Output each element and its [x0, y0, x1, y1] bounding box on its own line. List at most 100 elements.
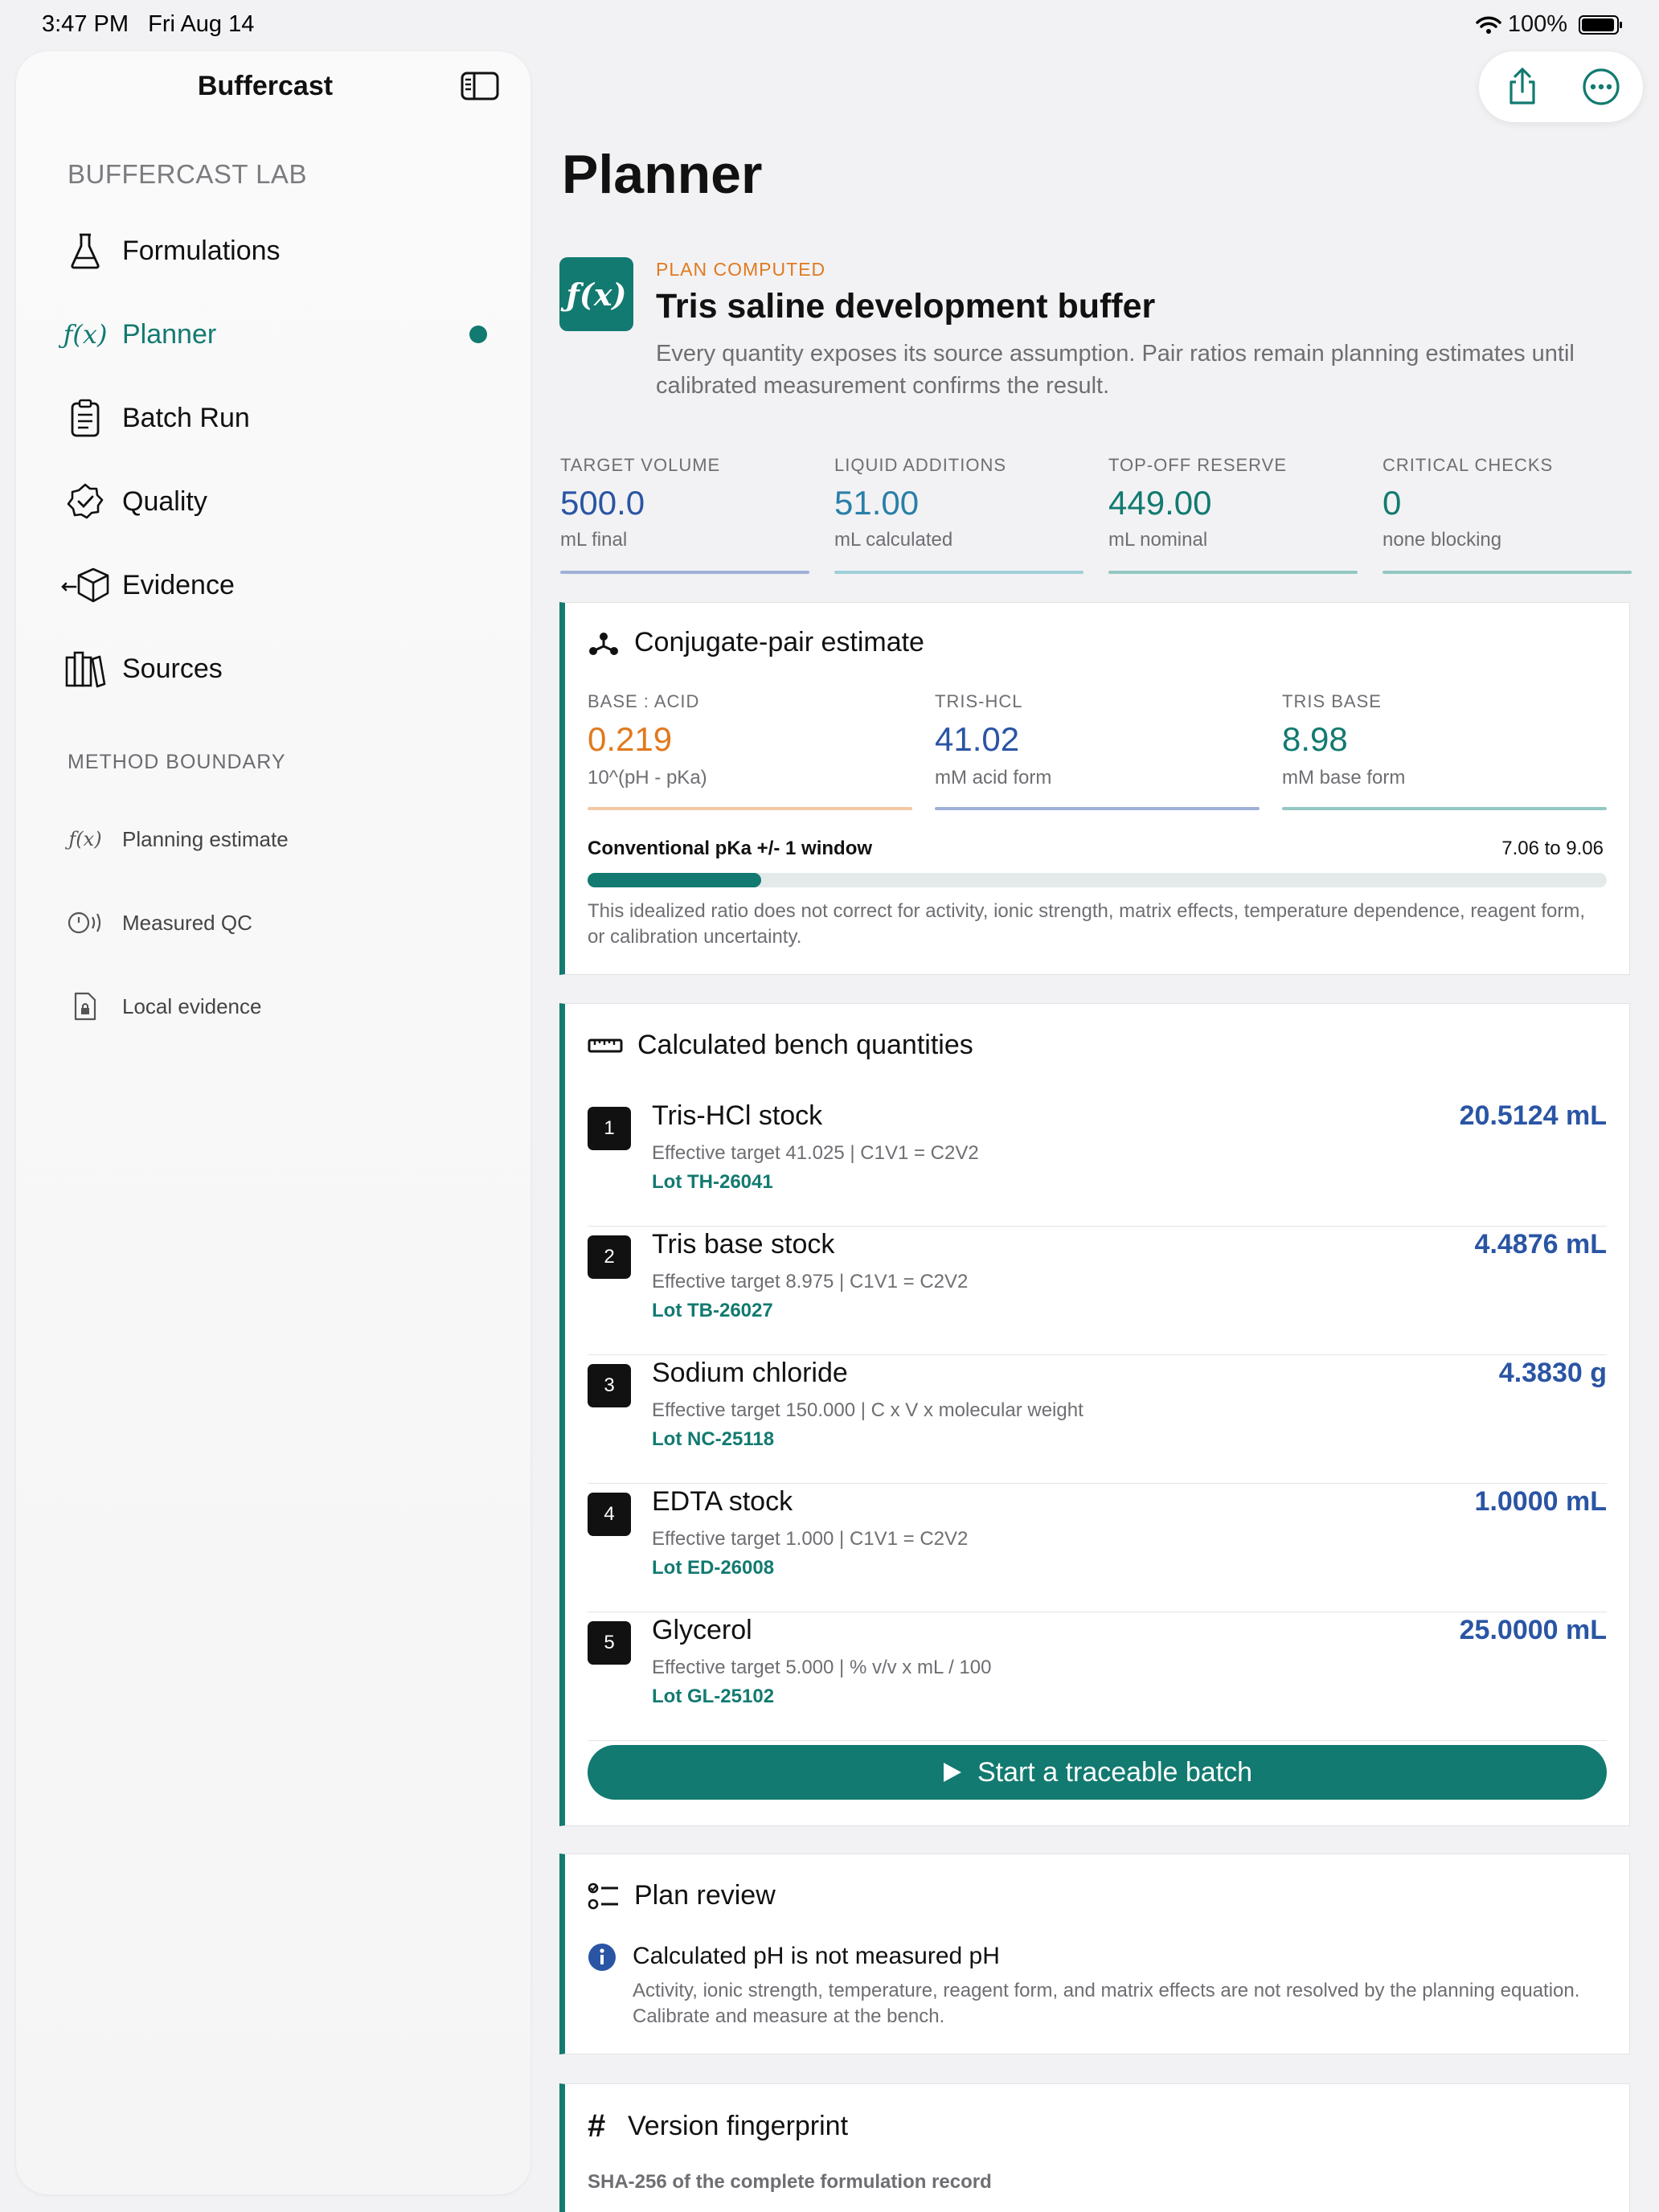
sidebar-item-label: Sources [122, 653, 223, 684]
step-amount: 20.5124 mL [1459, 1100, 1607, 1131]
step-amount: 25.0000 mL [1459, 1615, 1607, 1645]
bench-step: 4 EDTA stock Effective target 1.000 | C1… [588, 1483, 1607, 1612]
step-number: 3 [588, 1364, 631, 1407]
pair-value: 8.98 [1282, 720, 1348, 758]
sidebar-item-label: Local evidence [122, 993, 262, 1018]
share-icon[interactable] [1501, 66, 1543, 108]
sidebar-item-label: Planning estimate [122, 826, 289, 851]
pair-value: 0.219 [588, 720, 673, 758]
toolbar-buttons [1479, 51, 1643, 122]
step-amount: 4.3830 g [1498, 1358, 1607, 1388]
sidebar-item-label: Quality [122, 485, 207, 517]
pka-window-range: 7.06 to 9.06 [1501, 838, 1604, 859]
pair-unit: mM acid form [935, 767, 1052, 789]
review-item-text: Activity, ionic strength, temperature, r… [633, 1980, 1580, 2027]
metric-label: CRITICAL CHECKS [1382, 455, 1554, 475]
card-title: Version fingerprint [628, 2111, 849, 2141]
pair-tris-hcl: TRIS-HCL 41.02 mM acid form [935, 691, 1260, 810]
clipboard-icon [61, 399, 109, 437]
page-title: Planner [562, 144, 763, 205]
metric-unit: mL nominal [1108, 529, 1208, 551]
pair-unit: mM base form [1282, 767, 1406, 789]
metric-label: TARGET VOLUME [560, 455, 721, 475]
sidebar-item-batch-run[interactable]: Batch Run [61, 390, 487, 446]
function-icon: ƒ(x) [68, 828, 102, 850]
step-detail: Effective target 8.975 | C1V1 = C2V2 [652, 1271, 969, 1292]
metric-target-volume: TARGET VOLUME 500.0 mL final [560, 455, 809, 574]
status-bar: 3:47 PM Fri Aug 14 100% [0, 0, 1659, 51]
battery-percent: 100% [1507, 11, 1567, 37]
review-item-title: Calculated pH is not measured pH [633, 1943, 1000, 1969]
sidebar-item-evidence[interactable]: Evidence [61, 557, 487, 613]
step-amount: 4.4876 mL [1474, 1229, 1607, 1260]
step-lot: Lot GL-25102 [652, 1686, 775, 1707]
play-icon [943, 1763, 961, 1782]
metric-bar [560, 571, 809, 574]
metric-unit: mL calculated [834, 529, 953, 551]
sidebar-toggle-icon[interactable] [461, 72, 499, 100]
plan-description: Every quantity exposes its source assump… [656, 341, 1575, 399]
card-header: Calculated bench quantities [588, 1030, 973, 1061]
pair-bar [588, 807, 912, 810]
function-icon: ƒ(x) [559, 257, 633, 331]
card-title: Conjugate-pair estimate [634, 627, 924, 657]
plan-review-card: Plan review Calculated pH is not measure… [559, 1854, 1630, 2054]
battery-icon [1579, 14, 1622, 35]
step-name: Tris base stock [652, 1229, 835, 1260]
step-number: 1 [588, 1107, 631, 1150]
card-title: Calculated bench quantities [637, 1030, 973, 1060]
sidebar-item-formulations[interactable]: Formulations [61, 223, 487, 279]
active-indicator-dot [469, 326, 487, 343]
card-header: Conjugate-pair estimate [588, 627, 924, 658]
step-detail: Effective target 150.000 | C x V x molec… [652, 1399, 1083, 1421]
plan-title: Tris saline development buffer [656, 287, 1156, 326]
bench-step: 5 Glycerol Effective target 5.000 | % v/… [588, 1612, 1607, 1741]
sidebar-item-planner[interactable]: ƒ(x) Planner [61, 306, 487, 363]
pair-label: TRIS-HCL [935, 691, 1023, 711]
card-header: Plan review [588, 1880, 776, 1911]
bench-step: 2 Tris base stock Effective target 8.975… [588, 1226, 1607, 1355]
pair-base-acid: BASE : ACID 0.219 10^(pH - pKa) [588, 691, 912, 810]
step-detail: Effective target 5.000 | % v/v x mL / 10… [652, 1657, 992, 1678]
card-header: # Version fingerprint [588, 2108, 848, 2144]
pka-window-label: Conventional pKa +/- 1 window [588, 838, 873, 859]
step-detail: Effective target 41.025 | C1V1 = C2V2 [652, 1142, 979, 1164]
step-lot: Lot TB-26027 [652, 1300, 773, 1321]
pair-tris-base: TRIS BASE 8.98 mM base form [1282, 691, 1607, 810]
step-name: Sodium chloride [652, 1358, 848, 1388]
step-name: Glycerol [652, 1615, 752, 1645]
sidebar-item-quality[interactable]: Quality [61, 473, 487, 530]
step-amount: 1.0000 mL [1474, 1486, 1607, 1517]
version-fingerprint-card: # Version fingerprint SHA-256 of the com… [559, 2083, 1630, 2212]
start-batch-button[interactable]: Start a traceable batch [588, 1745, 1607, 1800]
pair-label: BASE : ACID [588, 691, 700, 711]
step-number: 2 [588, 1235, 631, 1279]
metric-unit: none blocking [1382, 529, 1502, 551]
step-lot: Lot TH-26041 [652, 1171, 773, 1193]
info-icon [588, 1944, 616, 1971]
step-name: Tris-HCl stock [652, 1100, 823, 1131]
metric-liquid-additions: LIQUID ADDITIONS 51.00 mL calculated [834, 455, 1083, 574]
wifi-icon [1476, 16, 1501, 34]
step-detail: Effective target 1.000 | C1V1 = C2V2 [652, 1528, 969, 1550]
start-batch-label: Start a traceable batch [977, 1756, 1253, 1788]
sidebar-item-local-evidence[interactable]: Local evidence [61, 978, 487, 1034]
sidebar-item-sources[interactable]: Sources [61, 641, 487, 697]
box-icon [61, 566, 109, 604]
step-number: 4 [588, 1493, 631, 1536]
seal-check-icon [61, 482, 109, 521]
metric-value: 0 [1382, 484, 1402, 522]
pka-window-fill [588, 873, 761, 887]
sidebar-section-label: BUFFERCAST LAB [68, 159, 307, 189]
step-name: EDTA stock [652, 1486, 793, 1517]
sidebar-item-measured-qc[interactable]: Measured QC [61, 895, 487, 951]
step-lot: Lot NC-25118 [652, 1428, 775, 1450]
sidebar-item-planning-estimate[interactable]: ƒ(x) Planning estimate [61, 811, 487, 867]
metric-top-off-reserve: TOP-OFF RESERVE 449.00 mL nominal [1108, 455, 1358, 574]
ellipsis-icon[interactable] [1580, 66, 1622, 108]
metric-bar [1108, 571, 1358, 574]
sidebar-item-label: Measured QC [122, 910, 252, 935]
metric-label: LIQUID ADDITIONS [834, 455, 1007, 475]
bench-step: 3 Sodium chloride Effective target 150.0… [588, 1354, 1607, 1484]
pka-window-track [588, 873, 1607, 887]
